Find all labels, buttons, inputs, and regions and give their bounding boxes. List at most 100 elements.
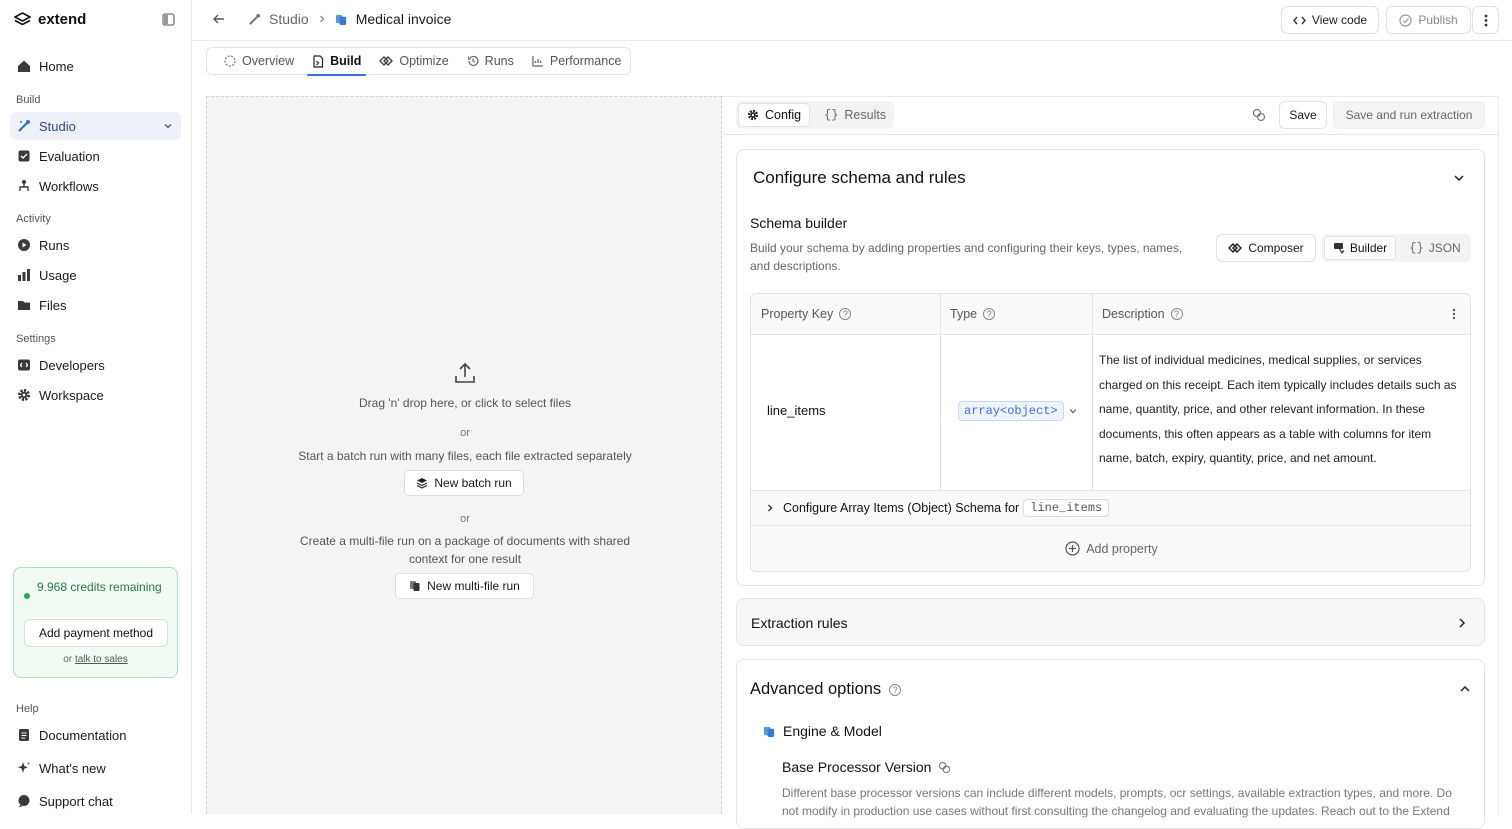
files-icon [409, 580, 421, 592]
sidebar: extend Home Build Studio Evaluation Work… [0, 0, 192, 814]
mode-builder[interactable]: Builder [1324, 236, 1396, 260]
file-dropzone[interactable]: Drag 'n' drop here, or click to select f… [206, 96, 722, 814]
sidebar-item-label: Studio [39, 118, 76, 134]
tab-runs[interactable]: Runs [458, 48, 523, 74]
sidebar-item-documentation[interactable]: Documentation [10, 721, 181, 749]
chevron-down-icon[interactable] [1453, 172, 1465, 184]
column-divider [940, 294, 941, 490]
add-payment-method-button[interactable]: Add payment method [24, 619, 168, 647]
processor-tabs: Overview Build Optimize Runs Performance [206, 47, 631, 76]
advanced-options-header[interactable]: Advanced options ? [750, 680, 902, 699]
sidebar-item-label: Documentation [39, 727, 127, 743]
sidebar-section-activity: Activity [16, 213, 51, 225]
multi-file-text-2: context for one result [408, 552, 522, 566]
sidebar-item-whats-new[interactable]: What's new [10, 754, 181, 782]
tab-label: Runs [484, 54, 514, 68]
tab-build[interactable]: Build [303, 48, 370, 76]
composer-button[interactable]: Composer [1216, 234, 1316, 262]
breadcrumb-parent[interactable]: Studio [269, 11, 309, 27]
configure-array-items-row[interactable]: Configure Array Items (Object) Schema fo… [751, 491, 1470, 525]
sidebar-section-help: Help [16, 703, 39, 715]
schema-mode-toggle: Builder {} JSON [1322, 234, 1471, 262]
schema-builder-title: Schema builder [750, 215, 848, 231]
save-button[interactable]: Save [1279, 101, 1327, 129]
property-key-input[interactable]: line_items [767, 403, 826, 418]
sidebar-item-workflows[interactable]: Workflows [10, 172, 181, 200]
talk-to-sales-link[interactable]: talk to sales [75, 654, 128, 665]
description-line: name, batch, expiry, quantity, price, an… [1099, 451, 1377, 465]
mode-json[interactable]: {} JSON [1402, 236, 1468, 260]
extraction-rules-panel[interactable]: Extraction rules [736, 598, 1485, 646]
column-label: Property Key [761, 307, 834, 321]
add-property-button[interactable]: Add property [751, 526, 1470, 571]
description-line: charged on this receipt. Each item typic… [1099, 377, 1457, 392]
home-icon [16, 59, 31, 74]
sidebar-item-runs[interactable]: Runs [10, 231, 181, 259]
column-header-key: Property Key ? [751, 294, 940, 334]
type-value: array<object> [958, 401, 1064, 421]
sidebar-section-settings: Settings [16, 333, 56, 345]
sidebar-item-usage[interactable]: Usage [10, 261, 181, 289]
help-icon[interactable]: ? [1170, 308, 1183, 320]
tab-performance[interactable]: Performance [523, 48, 631, 74]
usage-icon [16, 268, 31, 283]
help-icon[interactable]: ? [983, 308, 996, 320]
sidebar-item-developers[interactable]: Developers [10, 351, 181, 379]
config-toolbar-divider [723, 134, 1498, 135]
sidebar-item-workspace[interactable]: Workspace [10, 381, 181, 409]
link-icon[interactable] [938, 761, 951, 774]
composer-icon [379, 55, 394, 67]
chevron-up-icon[interactable] [1459, 683, 1471, 695]
chevron-right-icon [1457, 617, 1467, 629]
more-vertical-icon [1484, 14, 1488, 27]
stack-icon [416, 477, 428, 489]
sidebar-item-evaluation[interactable]: Evaluation [10, 142, 181, 170]
new-batch-run-button[interactable]: New batch run [404, 470, 524, 496]
view-code-label: View code [1311, 13, 1368, 27]
save-and-run-button[interactable]: Save and run extraction [1333, 101, 1485, 129]
more-menu-button[interactable] [1472, 6, 1499, 34]
upload-icon [207, 361, 723, 387]
sidebar-item-studio[interactable]: Studio [10, 112, 181, 140]
type-select[interactable]: array<object> [958, 401, 1078, 421]
engine-model-section: Engine & Model [763, 723, 882, 739]
credits-card: 9.968 credits remaining Add payment meth… [13, 567, 178, 678]
chevron-right-icon [765, 503, 775, 513]
sidebar-item-files[interactable]: Files [10, 291, 181, 319]
collapse-sidebar-icon[interactable] [162, 13, 175, 26]
more-vertical-icon[interactable] [1452, 308, 1456, 320]
view-code-button[interactable]: View code [1281, 6, 1379, 34]
column-divider [1092, 294, 1093, 490]
sidebar-item-label: Usage [39, 267, 77, 283]
chart-icon [532, 55, 544, 67]
new-multi-file-run-button[interactable]: New multi-file run [395, 573, 534, 599]
breadcrumb: Studio Medical invoice [212, 11, 451, 27]
app-logo[interactable]: extend [14, 11, 86, 28]
sidebar-item-label: Support chat [39, 793, 113, 809]
tab-optimize[interactable]: Optimize [370, 48, 457, 74]
code-icon [16, 358, 31, 373]
tab-label: Results [844, 108, 887, 122]
help-icon[interactable]: ? [889, 683, 902, 696]
sidebar-item-home[interactable]: Home [10, 52, 181, 80]
document-icon [16, 728, 31, 743]
publish-button[interactable]: Publish [1386, 6, 1471, 34]
link-icon[interactable] [1252, 108, 1266, 122]
tab-label: Performance [549, 54, 622, 68]
sidebar-item-label: Runs [39, 237, 70, 253]
new-batch-run-label: New batch run [434, 476, 512, 490]
tab-overview[interactable]: Overview [215, 48, 303, 74]
header-divider [751, 334, 1470, 335]
tab-config[interactable]: Config [738, 103, 811, 127]
tab-results[interactable]: {} Results [816, 103, 894, 127]
sidebar-item-label: Home [39, 58, 74, 74]
sparkle-icon [16, 761, 31, 776]
sidebar-item-support-chat[interactable]: Support chat [10, 787, 181, 815]
back-arrow-icon[interactable] [212, 12, 226, 26]
description-textarea[interactable]: The list of individual medicines, medica… [1099, 348, 1467, 471]
engine-model-title: Engine & Model [783, 723, 882, 739]
help-icon[interactable]: ? [839, 308, 852, 320]
chat-icon [16, 794, 31, 809]
schema-table: Property Key ? Type ? Description ? line… [750, 293, 1471, 572]
sidebar-item-label: Evaluation [39, 148, 100, 164]
